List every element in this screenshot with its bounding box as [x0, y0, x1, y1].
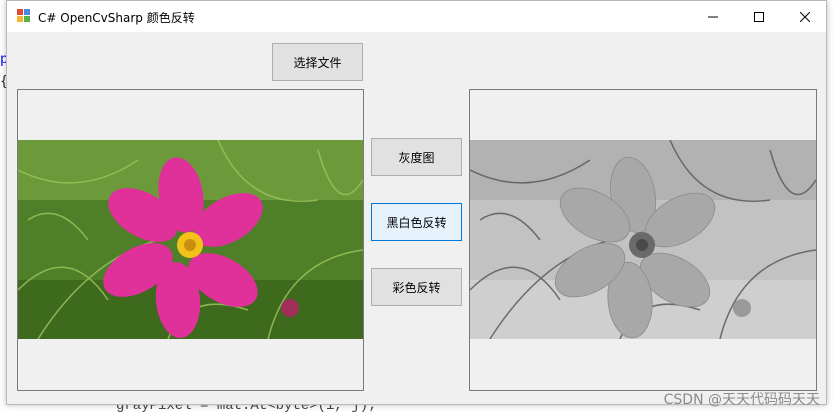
title-bar[interactable]: C# OpenCvSharp 颜色反转 [7, 1, 826, 32]
result-inverted-image [470, 140, 816, 339]
select-file-button[interactable]: 选择文件 [272, 43, 363, 81]
app-icon [17, 9, 30, 22]
csdn-watermark: CSDN @天天代码码天天 [663, 392, 820, 408]
close-icon [800, 11, 810, 22]
color-invert-button[interactable]: 彩色反转 [371, 268, 462, 306]
original-image-box [17, 89, 364, 391]
close-button[interactable] [782, 1, 828, 32]
bw-invert-button[interactable]: 黑白色反转 [371, 203, 462, 241]
maximize-button[interactable] [736, 1, 782, 32]
app-window: C# OpenCvSharp 颜色反转 选择文件 灰度图 黑白色反转 彩色反转 [6, 0, 827, 405]
grayscale-button[interactable]: 灰度图 [371, 138, 462, 176]
window-title: C# OpenCvSharp 颜色反转 [38, 11, 195, 25]
minimize-button[interactable] [690, 1, 736, 32]
minimize-icon [708, 16, 718, 17]
result-image-box [469, 89, 817, 391]
original-flower-image [18, 140, 363, 339]
maximize-icon [754, 11, 764, 22]
